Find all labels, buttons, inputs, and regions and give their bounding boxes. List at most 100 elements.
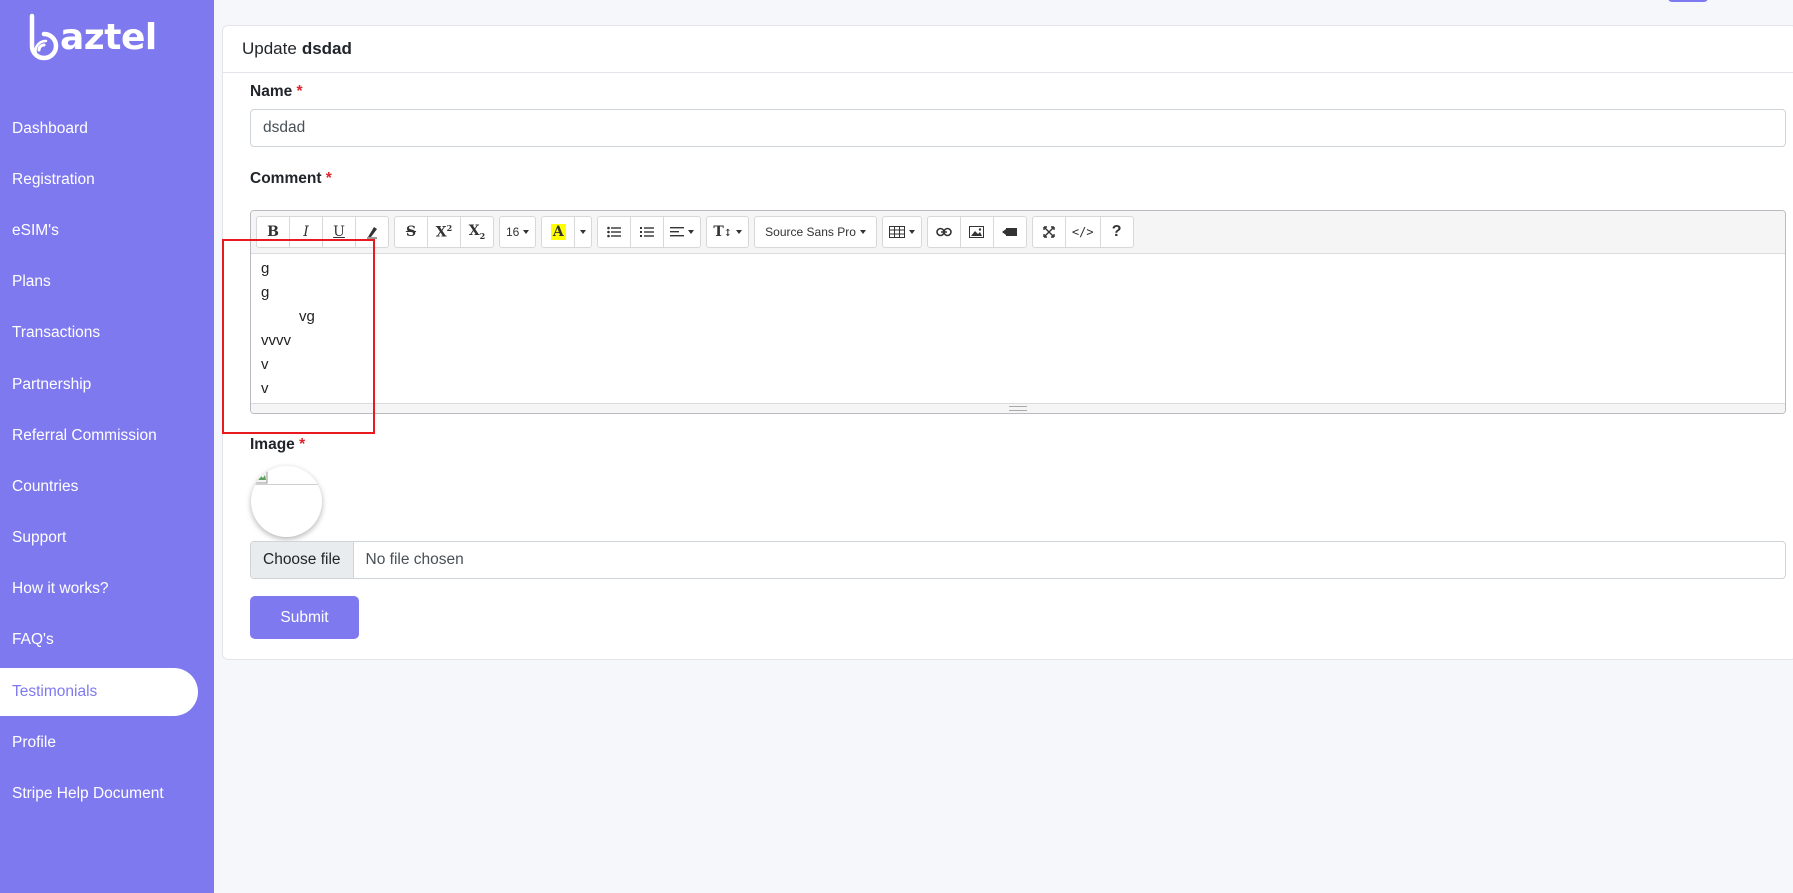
image-label: Image *	[250, 436, 305, 454]
update-testimonial-card: Update dsdad Name * dsdad Comment * B I …	[222, 25, 1793, 660]
fontname-group: Source Sans Pro	[754, 216, 877, 248]
fullscreen-button[interactable]	[1031, 216, 1066, 248]
numbered-list-icon	[640, 227, 655, 237]
sidebar-item-faqs[interactable]: FAQ's	[0, 615, 214, 666]
insert-group	[926, 216, 1027, 248]
logo-mark-icon	[29, 13, 59, 61]
top-action-button[interactable]	[1668, 0, 1708, 2]
style-group: B I U	[256, 216, 389, 248]
chevron-down-icon	[580, 230, 587, 234]
subscript-icon: X2	[468, 223, 486, 241]
fontsize-group: 16	[499, 216, 537, 248]
paragraph-align-dropdown[interactable]	[663, 216, 702, 248]
height-group: T↕	[706, 216, 750, 248]
main-content: Update dsdad Name * dsdad Comment * B I …	[214, 0, 1793, 893]
line-height-dropdown[interactable]: T↕	[706, 216, 750, 248]
text-color-button[interactable]: A	[541, 216, 576, 248]
list-group	[597, 216, 702, 248]
sidebar-item-how-it-works[interactable]: How it works?	[0, 564, 214, 615]
image-preview	[251, 466, 322, 537]
broken-image	[255, 469, 322, 485]
card-header: Update dsdad	[223, 26, 1793, 73]
image-label-text: Image	[250, 436, 295, 453]
editor-resize-handle[interactable]	[251, 403, 1785, 413]
choose-file-button[interactable]: Choose file	[251, 542, 354, 578]
sidebar-item-dashboard[interactable]: Dashboard	[0, 103, 214, 154]
underline-button[interactable]: U	[322, 216, 356, 248]
chevron-down-icon	[688, 230, 695, 234]
script-group: S X2 X2	[394, 216, 494, 248]
video-icon	[1002, 228, 1018, 236]
help-button[interactable]: ?	[1099, 216, 1134, 248]
sidebar-item-countries[interactable]: Countries	[0, 461, 214, 512]
name-input[interactable]: dsdad	[250, 109, 1786, 147]
question-icon: ?	[1111, 223, 1122, 240]
insert-video-button[interactable]	[992, 216, 1027, 248]
image-file-input[interactable]: Choose file No file chosen	[250, 541, 1786, 579]
unordered-list-button[interactable]	[597, 216, 632, 248]
clear-format-button[interactable]	[355, 216, 389, 248]
card-title-prefix: Update	[242, 39, 297, 58]
insert-link-button[interactable]	[926, 216, 961, 248]
bullet-list-icon	[607, 226, 622, 238]
editor-line: v	[261, 356, 269, 373]
editor-line: vg	[299, 308, 315, 325]
sidebar-item-registration[interactable]: Registration	[0, 154, 214, 205]
sidebar-item-esims[interactable]: eSIM's	[0, 205, 214, 256]
required-mark: *	[325, 170, 332, 187]
sidebar-nav: Dashboard Registration eSIM's Plans Tran…	[0, 103, 214, 820]
strikethrough-icon: S	[405, 224, 417, 240]
brand-logo[interactable]: aztel	[26, 12, 157, 64]
file-status-text: No file chosen	[365, 551, 464, 568]
comment-editable-area[interactable]: g g vg vvvv v v	[251, 254, 1785, 404]
table-group	[881, 216, 922, 248]
editor-line: vvvv	[261, 332, 291, 349]
underline-icon: U	[333, 224, 345, 240]
text-height-icon: T↕	[713, 224, 733, 240]
sidebar-item-referral-commission[interactable]: Referral Commission	[0, 410, 214, 461]
bold-button[interactable]: B	[256, 216, 290, 248]
table-icon	[888, 226, 905, 238]
font-size-value: 16	[506, 225, 520, 239]
align-left-icon	[670, 227, 685, 237]
comment-label: Comment *	[250, 170, 332, 188]
picture-icon	[969, 226, 985, 238]
color-group: A	[541, 216, 593, 248]
sidebar: aztel Dashboard Registration eSIM's Plan…	[0, 0, 214, 893]
grip-icon	[1009, 406, 1027, 411]
comment-editor: B I U S X2 X2 16 A T↕ Source Sans Pro </…	[250, 210, 1786, 414]
logo-text: aztel	[60, 17, 157, 58]
ordered-list-button[interactable]	[630, 216, 665, 248]
font-family-dropdown[interactable]: Source Sans Pro	[754, 216, 877, 248]
card-title-name: dsdad	[301, 39, 352, 58]
sidebar-item-plans[interactable]: Plans	[0, 257, 214, 308]
sidebar-item-profile[interactable]: Profile	[0, 717, 214, 768]
broken-image-icon	[255, 469, 268, 484]
strikethrough-button[interactable]: S	[394, 216, 428, 248]
italic-button[interactable]: I	[289, 216, 323, 248]
font-size-dropdown[interactable]: 16	[499, 216, 537, 248]
code-icon: </>	[1071, 225, 1094, 239]
code-view-button[interactable]: </>	[1064, 216, 1101, 248]
submit-button[interactable]: Submit	[250, 596, 359, 639]
sidebar-item-support[interactable]: Support	[0, 513, 214, 564]
sidebar-item-partnership[interactable]: Partnership	[0, 359, 214, 410]
sidebar-item-testimonials[interactable]: Testimonials	[0, 667, 198, 716]
chevron-down-icon	[908, 230, 915, 234]
sidebar-item-stripe-help-document[interactable]: Stripe Help Document	[0, 768, 214, 819]
superscript-icon: X2	[435, 223, 453, 241]
color-dropdown-button[interactable]	[574, 216, 593, 248]
insert-picture-button[interactable]	[959, 216, 994, 248]
view-group: </> ?	[1031, 216, 1134, 248]
editor-line: g	[261, 284, 270, 301]
editor-line: v	[261, 380, 269, 397]
comment-label-text: Comment	[250, 170, 322, 187]
insert-table-dropdown[interactable]	[881, 216, 922, 248]
superscript-button[interactable]: X2	[427, 216, 461, 248]
sidebar-item-transactions[interactable]: Transactions	[0, 308, 214, 359]
chevron-down-icon	[736, 230, 743, 234]
editor-toolbar: B I U S X2 X2 16 A T↕ Source Sans Pro </…	[251, 211, 1785, 254]
chevron-down-icon	[523, 230, 530, 234]
link-icon	[936, 227, 952, 237]
subscript-button[interactable]: X2	[460, 216, 494, 248]
